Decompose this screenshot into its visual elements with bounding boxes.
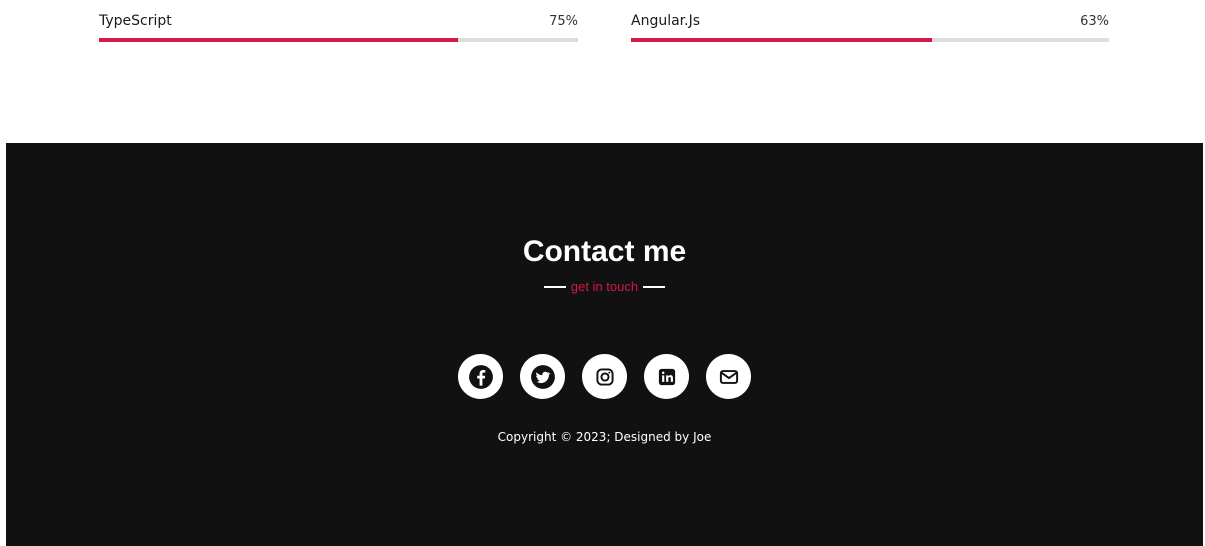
skill-progress-track bbox=[631, 38, 1109, 42]
copyright-text: Copyright © 2023; Designed by Joe bbox=[497, 430, 712, 444]
skill-typescript: TypeScript 75% bbox=[99, 10, 578, 42]
linkedin-icon bbox=[658, 368, 675, 385]
twitter-icon bbox=[530, 364, 555, 389]
skill-percent: 63% bbox=[1080, 13, 1109, 29]
instagram-link[interactable] bbox=[582, 354, 627, 399]
skill-progress-track bbox=[99, 38, 578, 42]
subtitle-text: get in touch bbox=[570, 279, 639, 294]
instagram-icon bbox=[595, 367, 614, 386]
contact-footer: Contact me get in touch Copyright © 2023… bbox=[6, 143, 1203, 546]
linkedin-link[interactable] bbox=[644, 354, 689, 399]
skill-angularjs: Angular.Js 63% bbox=[631, 10, 1109, 42]
facebook-icon bbox=[468, 364, 493, 389]
skill-percent: 75% bbox=[549, 13, 578, 29]
envelope-icon bbox=[719, 369, 738, 384]
skill-name: Angular.Js bbox=[631, 13, 701, 29]
subtitle-divider-left bbox=[543, 285, 566, 288]
skill-name: TypeScript bbox=[99, 13, 172, 29]
skill-progress-fill bbox=[99, 38, 459, 42]
skill-progress-fill bbox=[631, 38, 933, 42]
email-link[interactable] bbox=[706, 354, 751, 399]
contact-title: Contact me bbox=[522, 235, 687, 268]
subtitle-divider-right bbox=[643, 285, 666, 288]
skills-section: TypeScript 75% Angular.Js 63% bbox=[0, 0, 1205, 143]
contact-subtitle: get in touch bbox=[6, 279, 1203, 294]
facebook-link[interactable] bbox=[458, 354, 503, 399]
twitter-link[interactable] bbox=[520, 354, 565, 399]
social-links bbox=[6, 354, 1203, 399]
